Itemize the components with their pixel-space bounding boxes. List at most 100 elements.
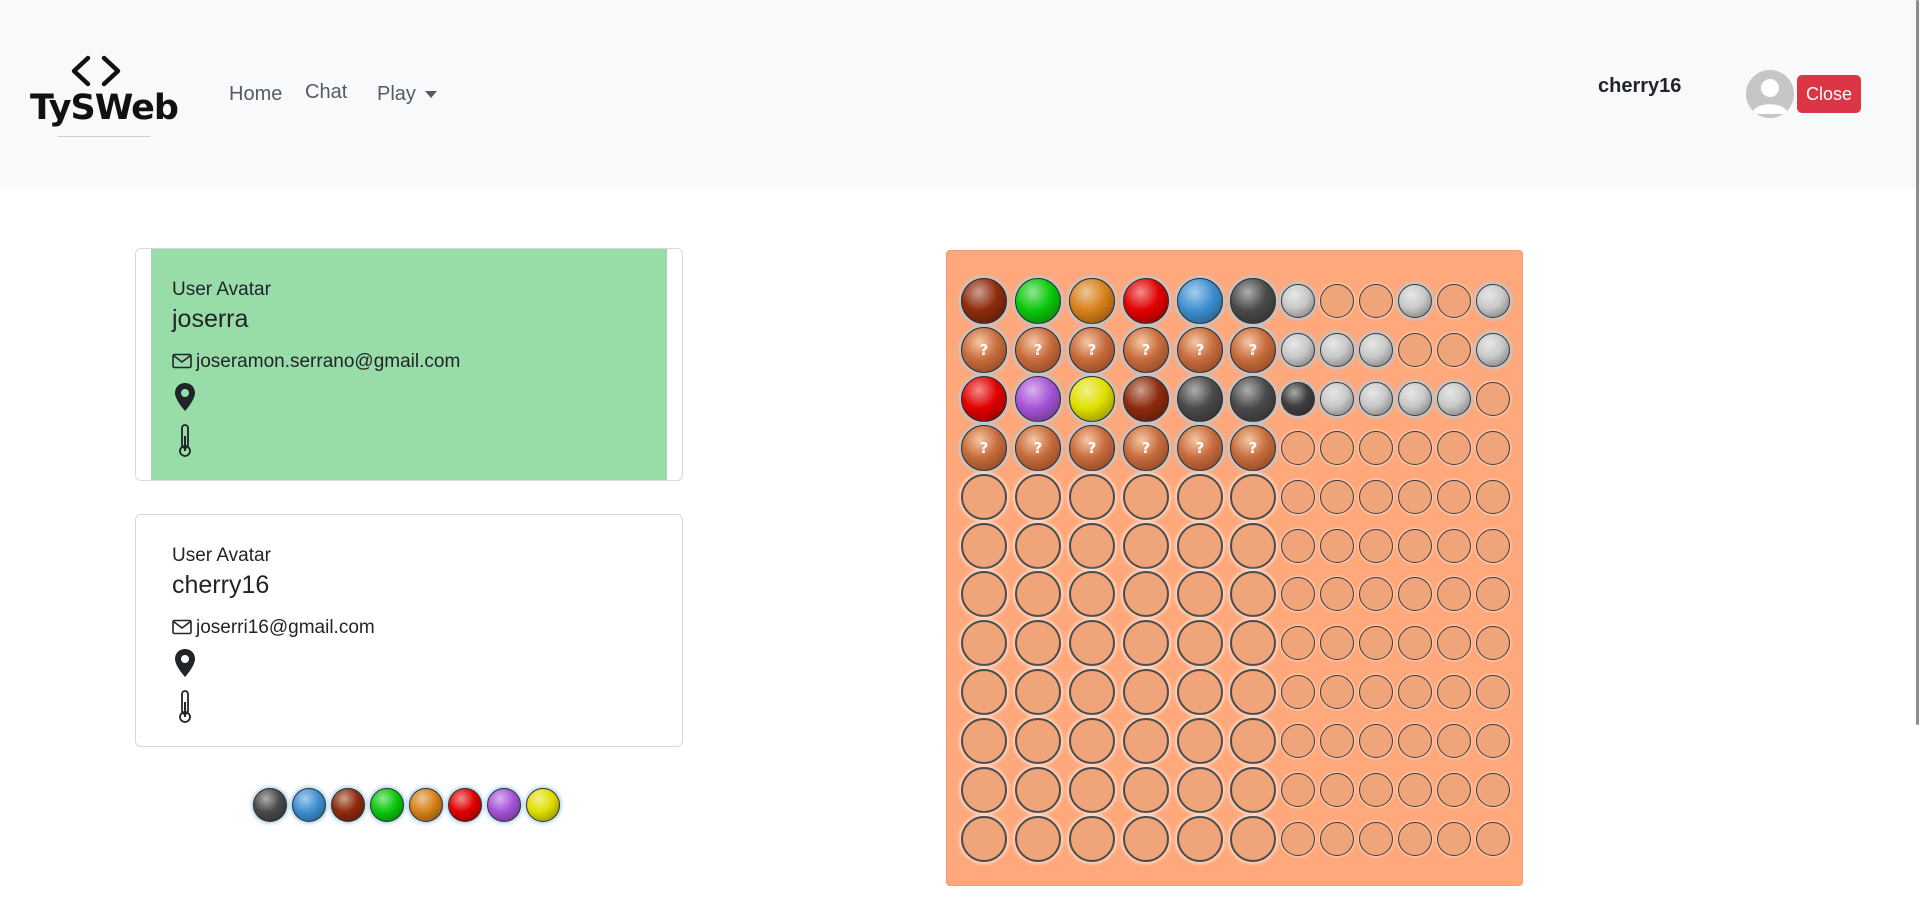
guess-slot[interactable] xyxy=(1015,620,1061,667)
guess-slot[interactable] xyxy=(961,815,1007,862)
guess-slot[interactable] xyxy=(961,767,1007,813)
guess-ball-dark xyxy=(1230,278,1276,324)
guess-slot[interactable] xyxy=(1230,522,1276,569)
guess-slot[interactable] xyxy=(961,473,1007,520)
guess-slot[interactable] xyxy=(1177,620,1223,667)
hidden-ball: ? xyxy=(1230,326,1276,373)
guess-slot[interactable] xyxy=(1230,473,1276,520)
brand-name: TySWeb xyxy=(30,88,179,128)
hidden-ball-symbol: ? xyxy=(1248,340,1258,359)
feedback-peg-empty xyxy=(1281,626,1315,661)
player-avatar-alt-text: User Avatar xyxy=(172,279,271,300)
guess-slot[interactable] xyxy=(1230,815,1276,862)
guess-slot[interactable] xyxy=(1123,815,1169,862)
guess-slot[interactable] xyxy=(1123,767,1169,813)
hidden-ball-symbol: ? xyxy=(1087,438,1097,457)
guess-slot[interactable] xyxy=(961,522,1007,569)
feedback-peg-empty xyxy=(1476,479,1510,514)
palette-ball-green[interactable] xyxy=(370,788,404,822)
guess-slot[interactable] xyxy=(1123,522,1169,569)
guess-slot[interactable] xyxy=(1015,718,1061,765)
brand-logo[interactable]: TySWeb xyxy=(30,54,179,140)
guess-slot[interactable] xyxy=(1069,815,1115,862)
guess-slot[interactable] xyxy=(1123,473,1169,520)
close-button[interactable]: Close xyxy=(1797,75,1861,113)
guess-slot[interactable] xyxy=(1230,620,1276,667)
guess-slot[interactable] xyxy=(961,718,1007,765)
player-email-row: joseramon.serrano@gmail.com xyxy=(172,351,460,373)
guess-slot[interactable] xyxy=(1177,815,1223,862)
guess-slot[interactable] xyxy=(1123,571,1169,618)
guess-slot[interactable] xyxy=(1015,815,1061,862)
hidden-ball-symbol: ? xyxy=(1033,438,1043,457)
player-email: joseramon.serrano@gmail.com xyxy=(196,351,461,372)
player-card-joserra: User Avatar joserra joseramon.serrano@gm… xyxy=(135,248,683,481)
guess-slot[interactable] xyxy=(1069,767,1115,813)
guess-slot[interactable] xyxy=(1177,571,1223,618)
palette-ball-brown[interactable] xyxy=(331,788,365,822)
guess-slot[interactable] xyxy=(1230,767,1276,813)
feedback-peg-empty xyxy=(1398,675,1432,710)
nav-home-link[interactable]: Home xyxy=(229,83,282,106)
guess-slot[interactable] xyxy=(1177,767,1223,813)
guess-slot[interactable] xyxy=(1123,620,1169,667)
feedback-peg-white xyxy=(1476,332,1510,367)
guess-slot[interactable] xyxy=(1177,718,1223,765)
hidden-ball-symbol: ? xyxy=(979,340,989,359)
guess-slot[interactable] xyxy=(1069,473,1115,520)
guess-slot[interactable] xyxy=(1230,571,1276,618)
hidden-ball: ? xyxy=(961,424,1007,471)
feedback-peg-empty xyxy=(1320,821,1354,856)
feedback-peg-empty xyxy=(1359,675,1393,710)
guess-slot[interactable] xyxy=(1123,669,1169,716)
feedback-peg-white xyxy=(1398,284,1432,318)
hidden-ball-symbol: ? xyxy=(1141,340,1151,359)
guess-slot[interactable] xyxy=(1015,522,1061,569)
nav-play-dropdown[interactable]: Play xyxy=(377,83,437,106)
guess-slot[interactable] xyxy=(1230,669,1276,716)
location-pin-icon xyxy=(175,649,195,677)
guess-slot[interactable] xyxy=(1015,473,1061,520)
palette-ball-purple[interactable] xyxy=(487,788,521,822)
guess-slot[interactable] xyxy=(1069,669,1115,716)
player-name: joserra xyxy=(172,305,249,333)
hidden-ball: ? xyxy=(1177,326,1223,373)
guess-slot[interactable] xyxy=(1177,522,1223,569)
user-avatar[interactable] xyxy=(1746,70,1794,118)
feedback-peg-empty xyxy=(1359,430,1393,465)
guess-slot[interactable] xyxy=(1123,718,1169,765)
guess-slot[interactable] xyxy=(1015,571,1061,618)
guess-slot[interactable] xyxy=(961,571,1007,618)
guess-slot[interactable] xyxy=(1069,620,1115,667)
palette-ball-orange[interactable] xyxy=(409,788,443,822)
feedback-peg-white xyxy=(1359,381,1393,416)
guess-slot[interactable] xyxy=(1015,767,1061,813)
guess-slot[interactable] xyxy=(1069,718,1115,765)
guess-slot[interactable] xyxy=(961,620,1007,667)
guess-slot[interactable] xyxy=(961,669,1007,716)
palette-ball-dark[interactable] xyxy=(253,788,287,822)
default-avatar-icon xyxy=(1746,70,1794,118)
guess-slot[interactable] xyxy=(1069,571,1115,618)
nav-chat-link[interactable]: Chat xyxy=(305,81,347,104)
code-brackets-icon xyxy=(71,55,121,87)
guess-slot[interactable] xyxy=(1069,522,1115,569)
guess-slot[interactable] xyxy=(1230,718,1276,765)
palette-ball-red[interactable] xyxy=(448,788,482,822)
palette-ball-yellow[interactable] xyxy=(526,788,560,822)
feedback-peg-white xyxy=(1476,284,1510,318)
feedback-peg-empty xyxy=(1281,724,1315,759)
feedback-peg-empty xyxy=(1320,577,1354,612)
feedback-peg-empty xyxy=(1398,821,1432,856)
guess-slot[interactable] xyxy=(1177,669,1223,716)
guess-slot[interactable] xyxy=(1177,473,1223,520)
thermometer-icon xyxy=(179,424,191,457)
mastermind-board: ???????????? xyxy=(946,250,1523,886)
feedback-peg-white xyxy=(1359,332,1393,367)
page-scrollbar[interactable] xyxy=(1916,0,1919,725)
feedback-peg-empty xyxy=(1476,577,1510,612)
feedback-peg-empty xyxy=(1437,675,1471,710)
palette-ball-blue[interactable] xyxy=(292,788,326,822)
player-name: cherry16 xyxy=(172,571,270,599)
guess-slot[interactable] xyxy=(1015,669,1061,716)
